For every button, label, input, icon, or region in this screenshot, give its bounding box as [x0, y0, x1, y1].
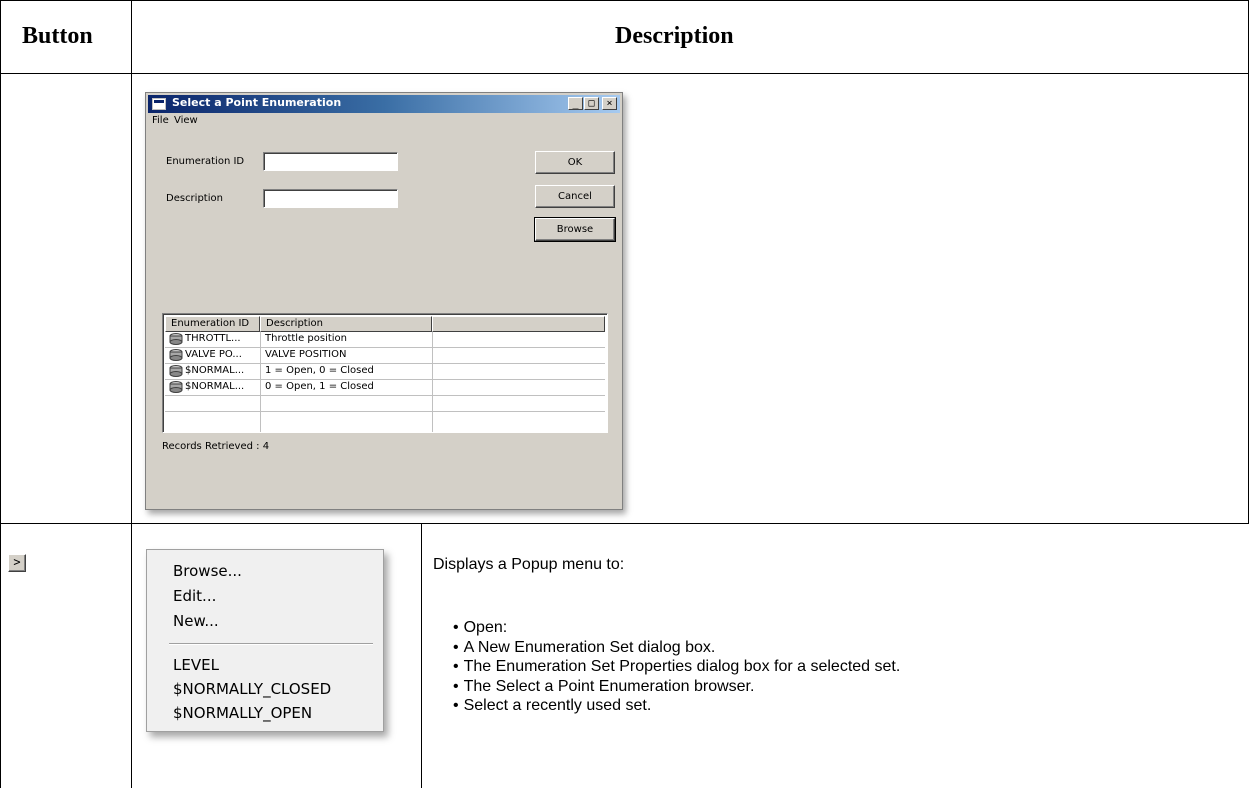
dialog-title: Select a Point Enumeration: [172, 96, 342, 109]
table-cell-divider-row2: [421, 524, 422, 788]
menu-item-edit[interactable]: Edit...: [173, 587, 216, 605]
grid-cell-id: $NORMAL...: [185, 381, 245, 392]
table-border-left: [0, 0, 1, 788]
menu-view[interactable]: View: [174, 115, 198, 126]
table-row[interactable]: $NORMAL... 0 = Open, 1 = Closed: [165, 380, 605, 396]
records-retrieved-status: Records Retrieved : 4: [162, 441, 270, 452]
description-intro: Displays a Popup menu to:: [433, 556, 625, 573]
enumeration-set-icon: [169, 333, 183, 345]
enumeration-set-icon: [169, 365, 183, 377]
cancel-button[interactable]: Cancel: [535, 185, 615, 208]
description-bullet-list: Open: A New Enumeration Set dialog box. …: [453, 618, 901, 716]
grid-cell-description: VALVE POSITION: [265, 349, 347, 360]
grid-cell-id: VALVE PO...: [185, 349, 242, 360]
enumeration-set-icon: [169, 381, 183, 393]
menu-separator: [169, 643, 373, 645]
table-border-header-bottom: [0, 73, 1249, 74]
menu-item-new[interactable]: New...: [173, 612, 219, 630]
enumeration-id-label: Enumeration ID: [166, 156, 245, 167]
menu-item-recent-level[interactable]: LEVEL: [173, 656, 219, 674]
table-row[interactable]: $NORMAL... 1 = Open, 0 = Closed: [165, 364, 605, 380]
description-label: Description: [166, 193, 223, 204]
enumeration-set-icon: [169, 349, 183, 361]
header-button: Button: [22, 23, 93, 49]
minimize-icon[interactable]: _: [568, 97, 583, 110]
table-row[interactable]: [165, 396, 605, 412]
window-app-icon: [152, 98, 166, 110]
grid-header-extra[interactable]: [432, 316, 605, 332]
grid-cell-id: $NORMAL...: [185, 365, 245, 376]
maximize-icon[interactable]: □: [584, 97, 599, 110]
menu-file[interactable]: File: [152, 115, 169, 126]
enumeration-popup-menu: Browse... Edit... New... LEVEL $NORMALLY…: [146, 549, 384, 732]
enumeration-grid[interactable]: Enumeration ID Description THROTTL... Th…: [162, 313, 608, 433]
table-row[interactable]: THROTTL... Throttle position: [165, 332, 605, 348]
header-description: Description: [615, 23, 734, 49]
list-item: The Enumeration Set Properties dialog bo…: [453, 657, 901, 677]
list-item: Select a recently used set.: [453, 696, 900, 716]
close-icon[interactable]: ×: [602, 97, 617, 110]
browse-button[interactable]: Browse: [534, 217, 616, 242]
table-border-top: [0, 0, 1249, 1]
ok-button[interactable]: OK: [535, 151, 615, 174]
table-row[interactable]: VALVE PO... VALVE POSITION: [165, 348, 605, 364]
list-item: The Select a Point Enumeration browser.: [453, 677, 900, 697]
list-item: A New Enumeration Set dialog box.: [453, 638, 900, 658]
grid-cell-description: Throttle position: [265, 333, 348, 344]
enumeration-id-input[interactable]: [263, 152, 398, 171]
description-input[interactable]: [263, 189, 398, 208]
table-column-divider: [131, 0, 132, 788]
grid-cell-description: 0 = Open, 1 = Closed: [265, 381, 374, 392]
menu-item-recent-normally-open[interactable]: $NORMALLY_OPEN: [173, 704, 312, 722]
menu-item-recent-normally-closed[interactable]: $NORMALLY_CLOSED: [173, 680, 331, 698]
popup-menu-button[interactable]: >: [8, 554, 26, 572]
dialog-title-bar: Select a Point Enumeration _ □ ×: [148, 95, 620, 113]
table-border-row1-bottom: [0, 523, 1249, 524]
menu-item-browse[interactable]: Browse...: [173, 562, 242, 580]
list-item: Open:: [453, 618, 900, 638]
select-point-enumeration-dialog: Select a Point Enumeration _ □ × File Vi…: [145, 92, 623, 510]
grid-header-enumeration-id[interactable]: Enumeration ID: [165, 316, 260, 332]
grid-cell-id: THROTTL...: [185, 333, 241, 344]
grid-cell-description: 1 = Open, 0 = Closed: [265, 365, 374, 376]
grid-header-description[interactable]: Description: [260, 316, 432, 332]
